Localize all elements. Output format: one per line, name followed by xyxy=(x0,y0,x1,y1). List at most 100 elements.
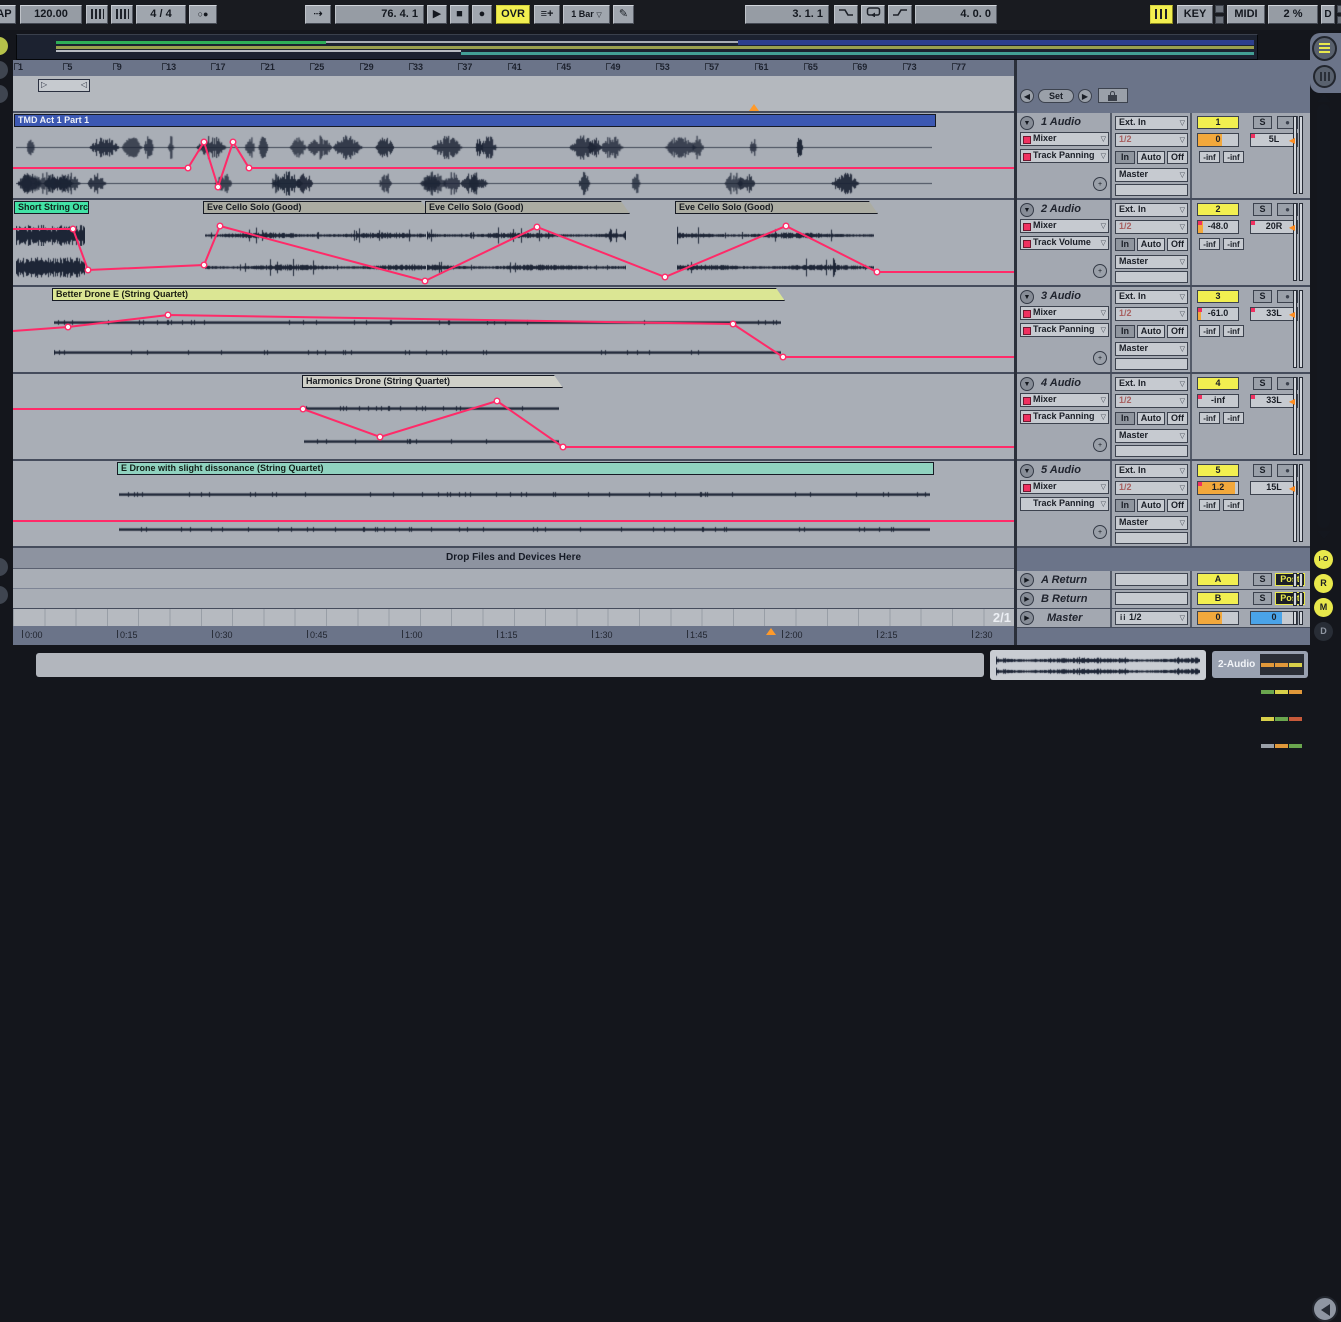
time-signature-field[interactable]: 4 / 4 xyxy=(136,5,186,24)
beat-time-ruler[interactable]: 1591317212529333741454953576165697377 xyxy=(13,60,1014,76)
device-slot[interactable] xyxy=(1115,573,1188,586)
meter-peak-left[interactable]: -inf xyxy=(1199,499,1220,511)
solo-button[interactable]: S xyxy=(1253,290,1272,303)
tap-tempo-button[interactable]: AP xyxy=(0,5,16,24)
track-activator[interactable]: 1 xyxy=(1197,116,1239,129)
monitor-off-button[interactable]: Off xyxy=(1167,325,1188,338)
arrangement-overdub-icon[interactable]: ≡+ xyxy=(534,5,560,24)
record-button[interactable]: ● xyxy=(472,5,492,24)
follow-button[interactable]: ⇢ xyxy=(305,5,331,24)
track-name[interactable]: B Return xyxy=(1041,593,1087,605)
clip-title[interactable]: E Drone with slight dissonance (String Q… xyxy=(117,462,934,475)
track-activator[interactable]: B xyxy=(1197,592,1239,605)
input-channel-select[interactable]: 1/2▽ xyxy=(1115,220,1188,234)
device-chooser[interactable]: Mixer▽ xyxy=(1020,132,1109,146)
disk-overload-indicator[interactable]: D xyxy=(1321,5,1335,24)
io-section-toggle[interactable]: I-O xyxy=(1314,550,1333,569)
next-locator-button[interactable]: ▶ xyxy=(1078,89,1092,103)
cue-output-select[interactable]: ii 1/2▽ xyxy=(1115,611,1188,625)
track-header[interactable]: ▼ 4 Audio Mixer▽ Track Panning▽ + Ext. I… xyxy=(1017,374,1310,461)
unfold-track-icon[interactable]: ▶ xyxy=(1020,592,1034,606)
envelope-lock-button[interactable] xyxy=(1098,88,1128,103)
play-button[interactable]: ▶ xyxy=(427,5,447,24)
left-rail-button[interactable] xyxy=(0,37,8,55)
add-automation-lane-button[interactable]: + xyxy=(1093,177,1107,191)
monitor-auto-button[interactable]: Auto xyxy=(1137,238,1165,251)
track-activator[interactable]: 3 xyxy=(1197,290,1239,303)
left-rail-button[interactable] xyxy=(0,586,8,604)
clip-title[interactable]: Eve Cello Solo (Good) xyxy=(203,201,430,214)
prev-locator-button[interactable]: ◀ xyxy=(1020,89,1034,103)
track-header[interactable]: ▼ 2 Audio Mixer▽ Track Volume▽ + Ext. In… xyxy=(1017,200,1310,287)
track-header[interactable]: ▼ 5 Audio Mixer▽ Track Panning▽ + Ext. I… xyxy=(1017,461,1310,548)
meter-peak-right[interactable]: -inf xyxy=(1223,238,1244,250)
input-channel-select[interactable]: 1/2▽ xyxy=(1115,394,1188,408)
add-automation-lane-button[interactable]: + xyxy=(1093,525,1107,539)
meter-peak-right[interactable]: -inf xyxy=(1223,499,1244,511)
volume-box[interactable]: 1.2 xyxy=(1197,481,1239,495)
add-automation-lane-button[interactable]: + xyxy=(1093,351,1107,365)
input-type-select[interactable]: Ext. In▽ xyxy=(1115,116,1188,130)
current-clip-chooser[interactable]: 2-Audio xyxy=(1212,651,1308,678)
pan-box[interactable]: 20R◀ xyxy=(1250,220,1298,234)
master-pan-box[interactable]: 0 xyxy=(1250,611,1298,625)
pan-box[interactable]: 5L◀ xyxy=(1250,133,1298,147)
monitor-off-button[interactable]: Off xyxy=(1167,499,1188,512)
delay-section-toggle[interactable]: D xyxy=(1314,622,1333,641)
output-select[interactable]: Master▽ xyxy=(1115,168,1188,182)
drop-zone[interactable]: Drop Files and Devices Here xyxy=(13,548,1014,569)
clip-title[interactable]: Eve Cello Solo (Good) xyxy=(425,201,630,214)
fold-track-icon[interactable]: ▼ xyxy=(1020,377,1034,391)
mixer-section-toggle[interactable]: M xyxy=(1314,598,1333,617)
clip-title[interactable]: TMD Act 1 Part 1 xyxy=(14,114,936,127)
scroll-up-icon[interactable] xyxy=(1317,94,1331,102)
control-chooser[interactable]: Track Panning▽ xyxy=(1020,149,1109,163)
input-type-select[interactable]: Ext. In▽ xyxy=(1115,203,1188,217)
draw-mode-icon[interactable]: ✎ xyxy=(613,5,634,24)
volume-box[interactable]: -61.0 xyxy=(1197,307,1239,321)
output-select[interactable]: Master▽ xyxy=(1115,342,1188,356)
device-chooser[interactable]: Mixer▽ xyxy=(1020,306,1109,320)
return-track-header[interactable]: ▶ B Return B S Post xyxy=(1017,590,1310,609)
scrollbar[interactable] xyxy=(1317,104,1330,528)
stop-button[interactable]: ■ xyxy=(450,5,469,24)
monitor-auto-button[interactable]: Auto xyxy=(1137,499,1165,512)
fold-track-icon[interactable]: ▼ xyxy=(1020,290,1034,304)
volume-box[interactable]: 0 xyxy=(1197,133,1239,147)
monitor-auto-button[interactable]: Auto xyxy=(1137,412,1165,425)
track-activator[interactable]: A xyxy=(1197,573,1239,586)
track-name[interactable]: 4 Audio xyxy=(1041,377,1081,389)
track-activator[interactable]: 4 xyxy=(1197,377,1239,390)
unfold-track-icon[interactable]: ▶ xyxy=(1020,573,1034,587)
meter-peak-left[interactable]: -inf xyxy=(1199,412,1220,424)
output-channel-box[interactable] xyxy=(1115,184,1188,196)
track-activator[interactable]: 5 xyxy=(1197,464,1239,477)
track-header[interactable]: ▼ 3 Audio Mixer▽ Track Panning▽ + Ext. I… xyxy=(1017,287,1310,374)
key-map-button[interactable]: KEY xyxy=(1177,5,1213,24)
monitor-in-button[interactable]: In xyxy=(1115,325,1135,338)
arrangement-view-icon[interactable] xyxy=(1312,36,1337,61)
monitor-off-button[interactable]: Off xyxy=(1167,412,1188,425)
punch-in-icon[interactable] xyxy=(834,5,858,24)
output-select[interactable]: Master▽ xyxy=(1115,429,1188,443)
track-activator[interactable]: 2 xyxy=(1197,203,1239,216)
show-detail-view-icon[interactable] xyxy=(1312,1296,1338,1322)
solo-button[interactable]: S xyxy=(1253,377,1272,390)
pan-box[interactable]: 15L◀ xyxy=(1250,481,1298,495)
left-rail-button[interactable] xyxy=(0,61,8,79)
input-channel-select[interactable]: 1/2▽ xyxy=(1115,307,1188,321)
track-name[interactable]: 5 Audio xyxy=(1041,464,1081,476)
loop-start-marker[interactable]: ▷ xyxy=(41,80,47,90)
volume-box[interactable]: -inf xyxy=(1197,394,1239,408)
scrub-area[interactable]: ▷◁ xyxy=(13,76,1014,113)
arrangement-overview[interactable] xyxy=(16,34,1258,60)
device-chooser[interactable]: Mixer▽ xyxy=(1020,219,1109,233)
control-chooser[interactable]: Track Panning▽ xyxy=(1020,497,1109,511)
input-channel-select[interactable]: 1/2▽ xyxy=(1115,481,1188,495)
input-type-select[interactable]: Ext. In▽ xyxy=(1115,464,1188,478)
meter-peak-right[interactable]: -inf xyxy=(1223,412,1244,424)
left-rail-button[interactable] xyxy=(0,558,8,576)
loop-button[interactable] xyxy=(861,5,885,24)
overdub-button[interactable]: OVR xyxy=(496,5,530,24)
quantize-select[interactable]: 1 Bar ▽ xyxy=(563,5,610,24)
